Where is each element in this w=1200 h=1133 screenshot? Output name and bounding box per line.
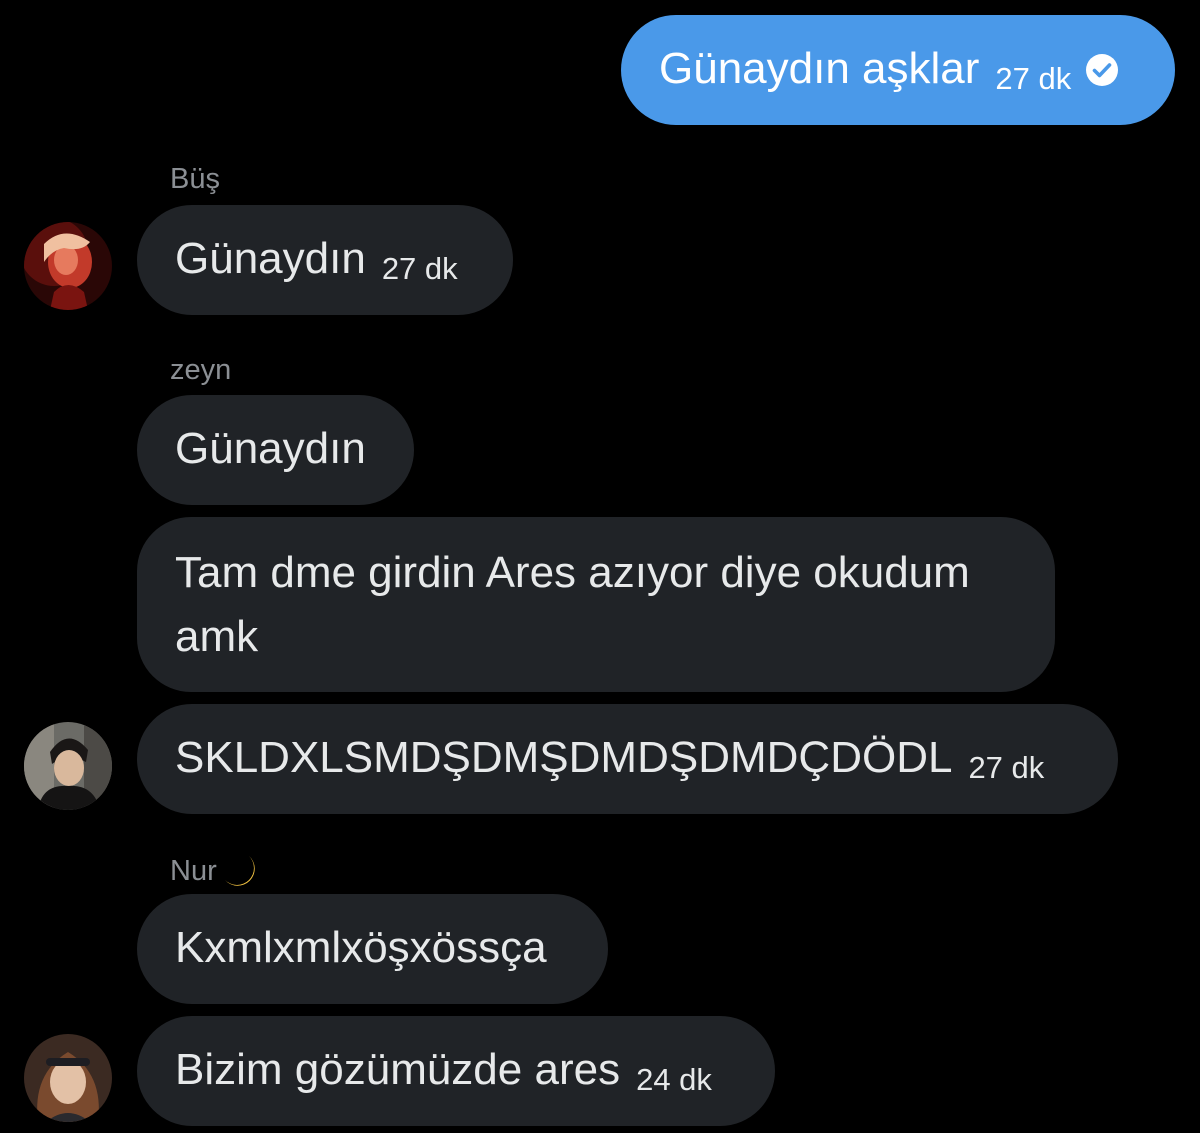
message-time: 27 dk [381,251,458,286]
message-time: 24 dk [636,1062,712,1097]
message-time: 27 dk [968,750,1045,785]
message-text: Günaydın aşklar [659,44,980,93]
check-circle-icon [1086,54,1119,86]
sender-name: zeyn [170,354,232,386]
avatar[interactable] [24,722,112,810]
crescent-moon-icon [224,856,255,886]
sender-name-text: Nur [170,855,217,887]
received-message-bubble[interactable]: Günaydın 27 dk [137,205,513,315]
message-text: Kxmlxmlxöşxössça [175,923,547,972]
message-text: SKLDXLSMDŞDMŞDMDŞDMDÇDÖDL [175,733,953,782]
avatar[interactable] [24,1034,112,1122]
sender-name: Büş [170,163,220,195]
received-message-bubble[interactable]: Bizim gözümüzde ares 24 dk [137,1016,775,1126]
received-message-bubble[interactable]: SKLDXLSMDŞDMŞDMDŞDMDÇDÖDL 27 dk [137,704,1118,814]
message-text: Günaydın [175,234,366,283]
received-message-bubble[interactable]: Kxmlxmlxöşxössça [137,894,608,1004]
received-message-bubble[interactable]: Tam dme girdin Ares azıyor diye okudum a… [137,517,1055,692]
received-message-bubble[interactable]: Günaydın [137,395,414,505]
sent-message-bubble[interactable]: Günaydın aşklar 27 dk [621,15,1175,125]
message-text: Bizim gözümüzde ares [175,1045,621,1094]
message-text: Tam dme girdin Ares azıyor diye okudum a… [175,548,970,661]
message-time: 27 dk [995,61,1072,96]
sender-name: Nur [170,850,261,892]
message-text: Günaydın [175,424,366,473]
avatar[interactable] [24,222,112,310]
